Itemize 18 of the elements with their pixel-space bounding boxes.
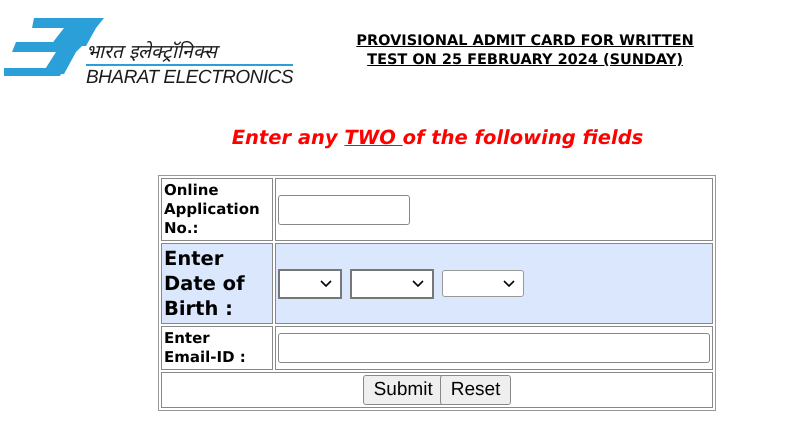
field-label: Enter Date of Birth : <box>161 243 273 324</box>
instruction-text: Enter any TWO of the following fields <box>230 126 644 149</box>
chevron-icon <box>320 280 332 288</box>
application-number-field[interactable] <box>278 194 410 224</box>
month-dropdown[interactable] <box>350 268 434 298</box>
day-dropdown[interactable] <box>278 268 342 298</box>
field-label: Online Application No.: <box>161 178 273 241</box>
year-dropdown[interactable] <box>442 270 524 297</box>
form-button[interactable]: Reset <box>440 375 512 405</box>
logo-hindi-text: भारत इलेक्ट्रॉनिक्स <box>86 40 294 66</box>
page-title: PROVISIONAL ADMIT CARD FOR WRITTEN <box>356 32 694 51</box>
chevron-icon <box>503 280 515 288</box>
page-title: TEST ON 25 FEBRUARY 2024 (SUNDAY) <box>367 51 683 70</box>
logo-english-text: BHARAT ELECTRONICS <box>86 66 294 90</box>
field-label: Enter Email-ID : <box>161 326 273 370</box>
form-button[interactable]: Submit <box>362 375 444 405</box>
email-field[interactable] <box>278 333 710 363</box>
chevron-icon <box>412 280 424 288</box>
